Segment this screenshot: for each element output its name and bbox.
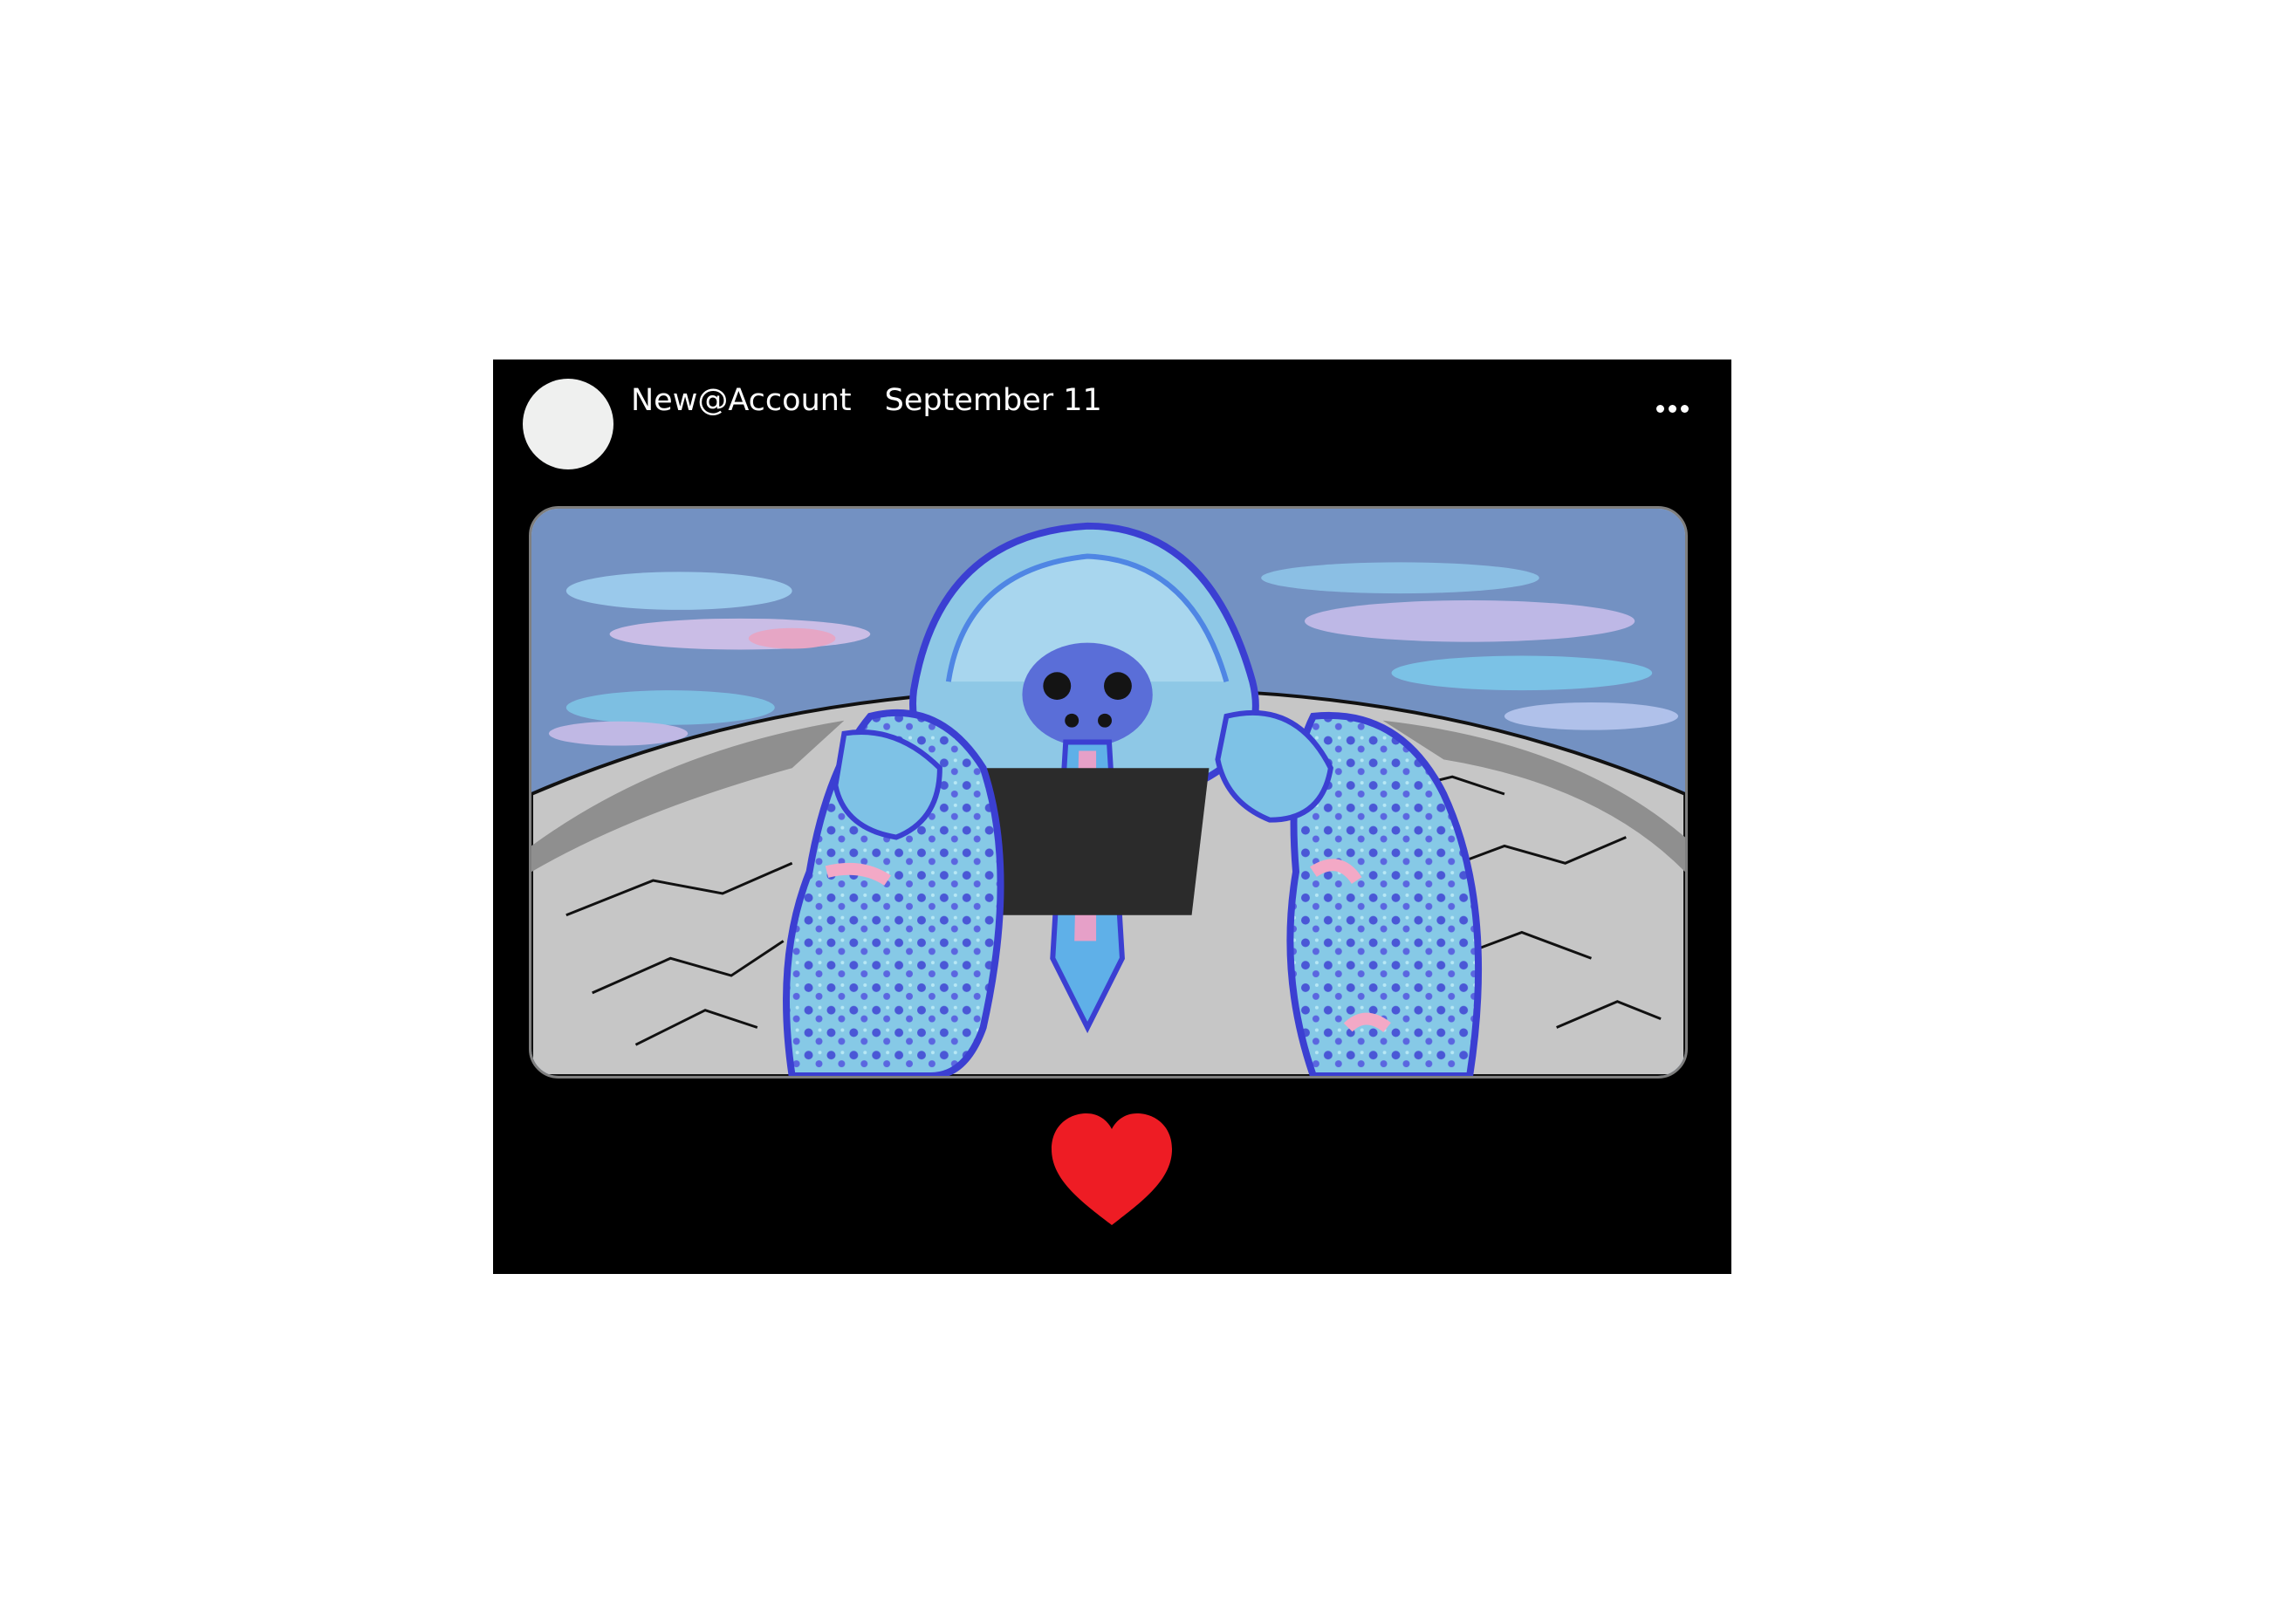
username[interactable]: New@Account — [631, 383, 852, 418]
like-button[interactable] — [1046, 1110, 1177, 1232]
drawing-of-creature — [531, 509, 1685, 1076]
more-horizontal-icon — [1655, 404, 1664, 413]
more-dot — [1680, 404, 1689, 413]
more-dot — [1668, 404, 1676, 413]
post-image[interactable] — [529, 506, 1688, 1079]
more-options-button[interactable] — [1646, 391, 1698, 426]
post-card: New@Account September 11 — [493, 360, 1731, 1274]
heart-icon — [1052, 1113, 1172, 1225]
post-header: New@Account September 11 — [631, 379, 1102, 422]
post-date: September 11 — [884, 383, 1102, 418]
avatar[interactable] — [523, 379, 613, 469]
